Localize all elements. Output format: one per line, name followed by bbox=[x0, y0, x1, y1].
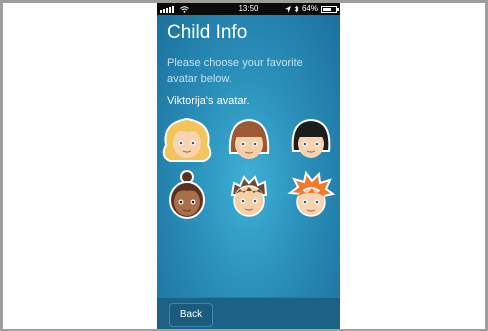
bun-hair-girl-avatar-icon bbox=[169, 170, 205, 219]
status-bar: 13:50 64% bbox=[157, 3, 340, 15]
back-button[interactable]: Back bbox=[169, 303, 213, 327]
avatar-option-blonde-curly-girl[interactable] bbox=[160, 113, 214, 167]
avatar-option-brown-hair-girl[interactable] bbox=[222, 113, 276, 167]
brown-hair-boy-avatar-icon bbox=[230, 175, 268, 217]
bottom-toolbar: Back bbox=[157, 297, 340, 329]
black-hair-girl-avatar-icon bbox=[291, 118, 331, 158]
avatar-option-black-bob-girl[interactable] bbox=[284, 113, 338, 167]
bluetooth-icon bbox=[294, 5, 299, 13]
screenshot-border-left bbox=[0, 0, 3, 331]
location-arrow-icon bbox=[284, 5, 291, 13]
battery-icon bbox=[321, 5, 339, 13]
avatar-option-spiky-brown-boy[interactable] bbox=[222, 169, 276, 223]
avatar-selection-label: Viktorija's avatar. bbox=[167, 95, 250, 107]
avatar-option-bun-hair-girl[interactable] bbox=[160, 169, 214, 223]
phone-screen: 13:50 64% Child Info Please choose your … bbox=[157, 3, 340, 329]
orange-hair-boy-avatar-icon bbox=[287, 170, 336, 217]
avatar-option-spiky-orange-boy[interactable] bbox=[284, 169, 338, 223]
page-subtitle: Please choose your favorite avatar below… bbox=[167, 57, 303, 85]
blonde-girl-avatar-icon bbox=[162, 117, 212, 162]
battery-percent: 64% bbox=[301, 4, 318, 13]
brown-hair-girl-avatar-icon bbox=[228, 118, 270, 159]
page-title: Child Info bbox=[167, 22, 248, 43]
